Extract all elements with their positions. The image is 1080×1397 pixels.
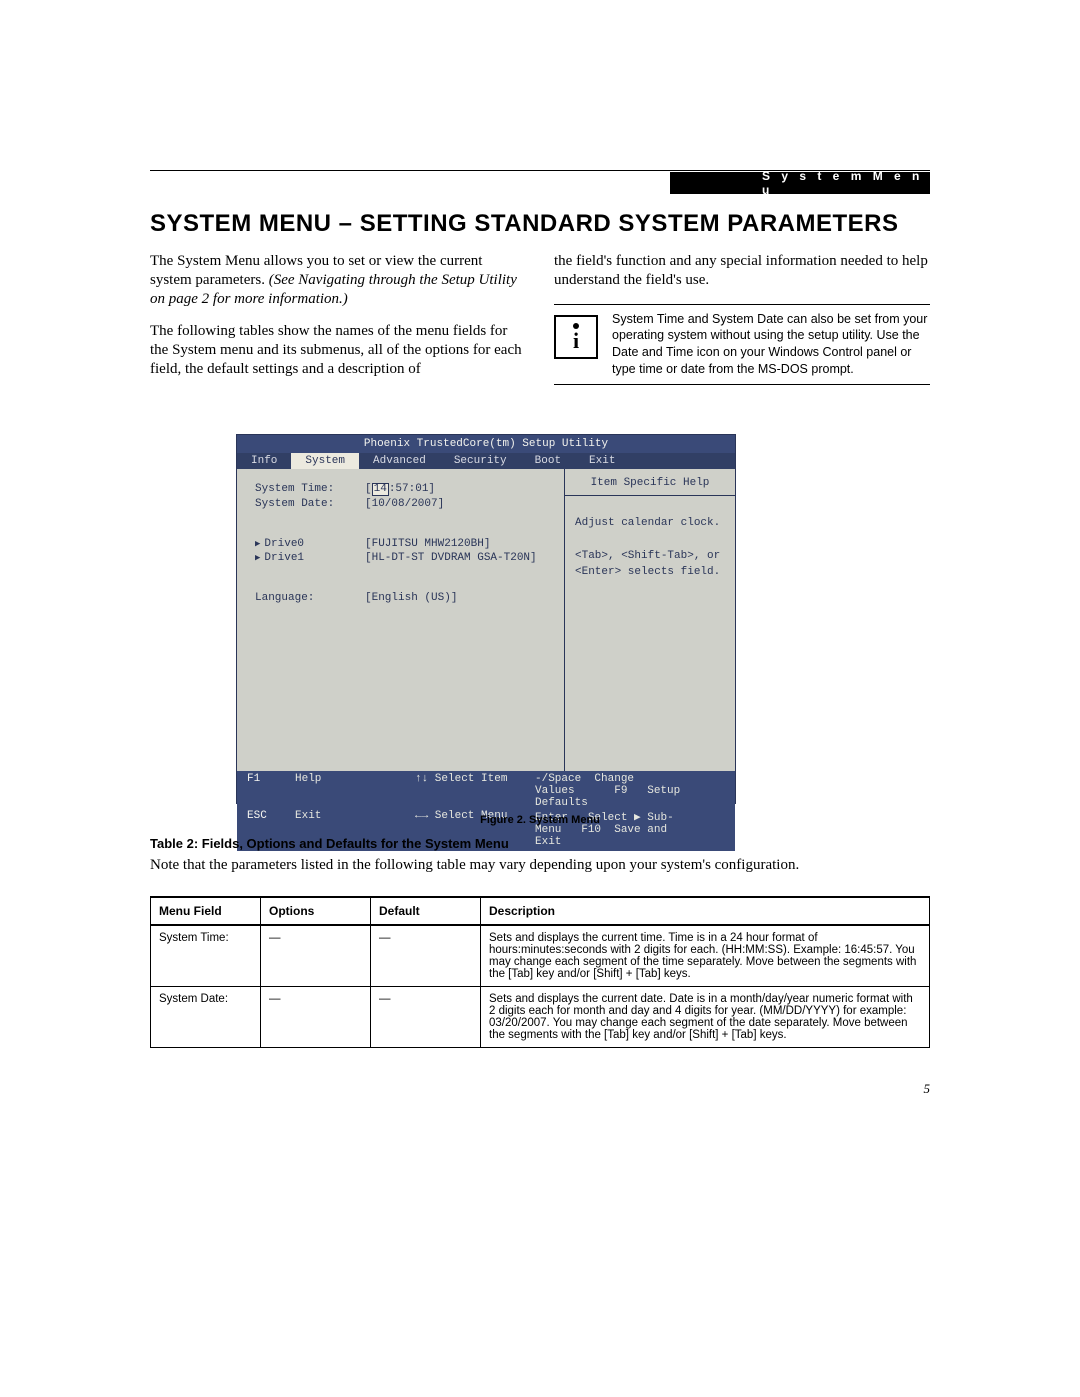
bios-drive1-label: Drive1 [255, 552, 365, 564]
table-row: System Time: — — Sets and displays the c… [151, 925, 930, 987]
bios-tab-system: System [291, 453, 359, 469]
intro-p1: The System Menu allows you to set or vie… [150, 252, 526, 308]
bios-left-pane: System Time: [14:57:01] System Date: [10… [237, 469, 564, 771]
cell-default: — [371, 925, 481, 987]
note-rule-top [554, 304, 930, 305]
cell-default: — [371, 987, 481, 1048]
bios-drive1-value: [HL-DT-ST DVDRAM GSA-T20N] [365, 552, 537, 564]
bios-key-f1l: Help [295, 773, 415, 809]
intro-col-left: The System Menu allows you to set or vie… [150, 252, 526, 393]
bios-menubar: Info System Advanced Security Boot Exit [237, 453, 735, 469]
bios-tab-security: Security [440, 453, 521, 469]
th-default: Default [371, 897, 481, 925]
bios-right-pane: Item Specific Help Adjust calendar clock… [564, 469, 735, 771]
bios-tab-boot: Boot [521, 453, 575, 469]
bios-tab-advanced: Advanced [359, 453, 440, 469]
bios-help-line2: <Tab>, <Shift-Tab>, or [575, 549, 725, 564]
information-note: i System Time and System Date can also b… [554, 311, 930, 379]
bios-key-sp-row: -/Space Change Values F9 Setup Defaults [535, 773, 695, 809]
cell-field: System Date: [151, 987, 261, 1048]
bios-screenshot: Phoenix TrustedCore(tm) Setup Utility In… [236, 434, 736, 804]
bios-system-date-label: System Date: [255, 498, 365, 510]
th-description: Description [481, 897, 930, 925]
table-caption: Table 2: Fields, Options and Defaults fo… [150, 836, 930, 851]
intro-p3: the field's function and any special inf… [554, 252, 930, 290]
bios-language-value: [English (US)] [365, 592, 457, 604]
note-rule-bottom [554, 384, 930, 385]
bios-key-sp: -/Space [535, 773, 581, 785]
cell-desc: Sets and displays the current time. Time… [481, 925, 930, 987]
bios-key-ud: ↑↓ Select Item [415, 773, 535, 809]
info-icon: i [554, 315, 598, 359]
bios-time-rest: :57:01] [389, 483, 435, 495]
bios-language-label: Language: [255, 592, 365, 604]
bios-tab-info: Info [237, 453, 291, 469]
section-badge: S y s t e m M e n u [670, 172, 930, 194]
bios-tab-exit: Exit [575, 453, 629, 469]
intro-columns: The System Menu allows you to set or vie… [150, 252, 930, 393]
intro-col-right: the field's function and any special inf… [554, 252, 930, 393]
table-note: Note that the parameters listed in the f… [150, 856, 930, 875]
th-options: Options [261, 897, 371, 925]
bios-body: System Time: [14:57:01] System Date: [10… [237, 469, 735, 771]
intro-p2: The following tables show the names of t… [150, 322, 526, 378]
figure-caption: Figure 2. System Menu [150, 814, 930, 826]
note-text: System Time and System Date can also be … [612, 311, 930, 379]
bios-help-title: Item Specific Help [565, 469, 735, 496]
cell-options: — [261, 987, 371, 1048]
bios-drive0-label: Drive0 [255, 538, 365, 550]
cell-options: — [261, 925, 371, 987]
table-row: System Date: — — Sets and displays the c… [151, 987, 930, 1048]
page-title: SYSTEM MENU – SETTING STANDARD SYSTEM PA… [150, 210, 930, 238]
cell-desc: Sets and displays the current date. Date… [481, 987, 930, 1048]
bios-help-line3: <Enter> selects field. [575, 565, 725, 580]
th-menu-field: Menu Field [151, 897, 261, 925]
bios-system-date-value: [10/08/2007] [365, 498, 444, 510]
bios-key-f1: F1 [247, 773, 295, 809]
bios-system-time-value: [14:57:01] [365, 483, 435, 496]
bios-time-cursor: 14 [372, 483, 389, 496]
bios-help-line1: Adjust calendar clock. [575, 516, 725, 531]
bios-key-f9: F9 [614, 785, 627, 797]
bios-system-time-label: System Time: [255, 483, 365, 496]
bios-help-body: Adjust calendar clock. <Tab>, <Shift-Tab… [565, 496, 735, 771]
page-number: 5 [924, 1081, 931, 1097]
cell-field: System Time: [151, 925, 261, 987]
bios-title: Phoenix TrustedCore(tm) Setup Utility [237, 435, 735, 453]
bios-drive0-value: [FUJITSU MHW2120BH] [365, 538, 490, 550]
fields-table: Menu Field Options Default Description S… [150, 896, 930, 1048]
